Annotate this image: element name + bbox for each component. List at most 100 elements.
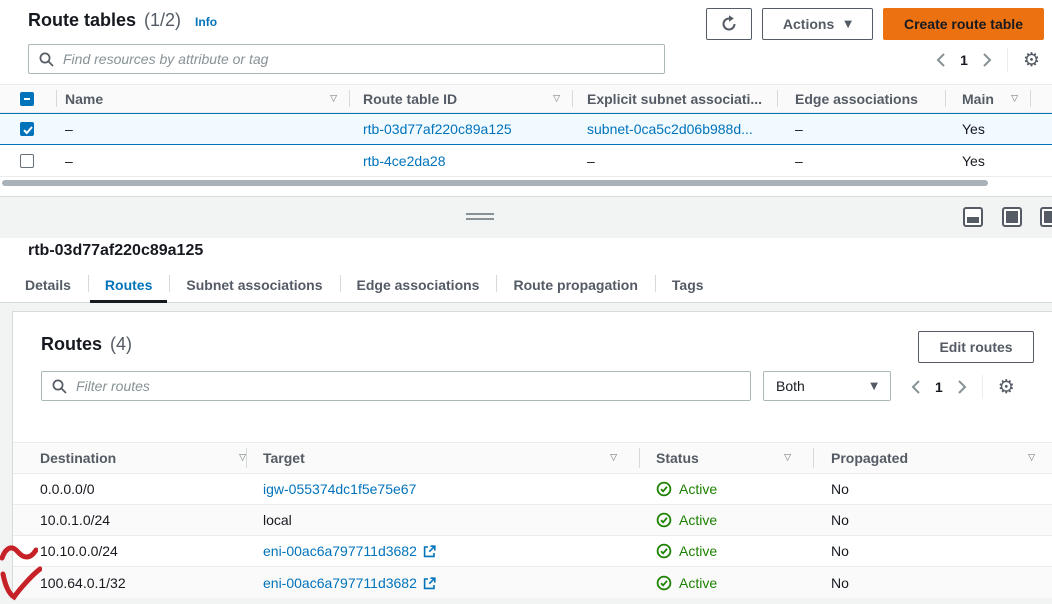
route-row: 10.0.1.0/24 local Active No [13, 505, 1052, 536]
search-icon [52, 379, 67, 394]
cell-status: Active [639, 543, 813, 559]
table-row[interactable]: – rtb-03d77af220c89a125 subnet-0ca5c2d06… [0, 113, 1052, 145]
column-header-route-table-id[interactable]: Route table ID ▽ [349, 85, 572, 112]
row-checkbox[interactable] [20, 122, 34, 136]
routes-count: (4) [110, 334, 132, 355]
cell-destination: 10.10.0.0/24 [13, 543, 246, 559]
route-table-id-link[interactable]: rtb-4ce2da28 [363, 153, 446, 169]
cell-main: Yes [945, 153, 1030, 169]
cell-destination: 10.0.1.0/24 [13, 512, 246, 528]
column-header-target[interactable]: Target ▽ [246, 443, 639, 473]
actions-button[interactable]: Actions ▼ [762, 8, 873, 40]
route-row: 10.10.0.0/24 eni-00ac6a797711d3682 [13, 536, 1052, 567]
target-link[interactable]: eni-00ac6a797711d3682 [263, 543, 417, 559]
tab-edge-associations[interactable]: Edge associations [340, 267, 497, 302]
status-active-icon [656, 512, 672, 528]
actions-label: Actions [783, 16, 834, 32]
routes-card-title: Routes (4) [41, 334, 132, 355]
status-active-icon [656, 481, 672, 497]
caret-down-icon: ▼ [844, 19, 852, 30]
routes-table-header: Destination ▽ Target ▽ Status ▽ Propagat… [13, 442, 1052, 474]
column-header-status[interactable]: Status ▽ [639, 443, 813, 473]
select-all-checkbox[interactable] [20, 92, 34, 106]
page-title: Route tables (1/2) Info [28, 10, 217, 31]
external-link-icon [423, 545, 436, 558]
routes-card: Routes (4) Edit routes Both ▼ 1 [12, 311, 1052, 598]
panel-side-layout-icon[interactable] [1040, 207, 1052, 227]
selected-option: Both [776, 378, 805, 394]
chevron-right-icon[interactable] [956, 378, 969, 396]
caret-down-icon: ▼ [870, 381, 878, 392]
info-link[interactable]: Info [195, 15, 217, 29]
cell-status: Active [639, 481, 813, 497]
search-input[interactable] [61, 45, 656, 73]
create-route-table-button[interactable]: Create route table [883, 8, 1044, 40]
page-title-text: Route tables [28, 10, 136, 31]
divider [1007, 48, 1008, 72]
drag-handle[interactable] [466, 213, 494, 223]
detail-heading: rtb-03d77af220c89a125 [28, 242, 203, 260]
column-header-edge-associations[interactable]: Edge associations [777, 85, 945, 112]
column-header-destination[interactable]: Destination ▽ [13, 443, 246, 473]
cell-main: Yes [945, 121, 1030, 137]
tab-tags[interactable]: Tags [655, 267, 721, 302]
cell-propagated: No [813, 512, 1052, 528]
chevron-left-icon[interactable] [934, 51, 947, 69]
cell-edge-associations: – [777, 121, 945, 137]
split-panel-bar [0, 196, 1052, 238]
cell-destination: 100.64.0.1/32 [13, 575, 246, 591]
table-row[interactable]: – rtb-4ce2da28 – – Yes [0, 145, 1052, 177]
column-header-main[interactable]: Main ▽ [945, 85, 1030, 112]
status-active-icon [656, 543, 672, 559]
status-active-icon [656, 575, 672, 591]
routes-filter [41, 371, 751, 401]
tab-routes[interactable]: Routes [88, 267, 169, 302]
cell-name: – [56, 153, 349, 169]
refresh-button[interactable] [706, 8, 752, 40]
selected-count: (1/2) [144, 10, 181, 31]
column-header-name[interactable]: Name ▽ [56, 85, 349, 112]
cell-target: local [246, 512, 639, 528]
tab-subnet-associations[interactable]: Subnet associations [169, 267, 339, 302]
column-header-propagated[interactable]: Propagated ▽ [813, 443, 1052, 473]
panel-full-layout-icon[interactable] [1002, 207, 1022, 227]
header-actions: Actions ▼ Create route table [706, 8, 1044, 40]
detail-panel-header: rtb-03d77af220c89a125 Details Routes Sub… [0, 238, 1052, 303]
chevron-left-icon[interactable] [909, 378, 922, 396]
target-link[interactable]: eni-00ac6a797711d3682 [263, 575, 417, 591]
chevron-right-icon[interactable] [981, 51, 994, 69]
page-number: 1 [935, 379, 943, 395]
settings-button[interactable]: ⚙ [996, 376, 1017, 399]
route-table-id-link[interactable]: rtb-03d77af220c89a125 [363, 121, 512, 137]
row-checkbox[interactable] [20, 154, 34, 168]
page-number: 1 [960, 52, 968, 68]
cell-status: Active [639, 512, 813, 528]
cell-propagated: No [813, 575, 1052, 591]
filter-routes-input[interactable] [74, 372, 742, 400]
column-header-extra [1030, 85, 1052, 112]
horizontal-scrollbar[interactable] [2, 180, 988, 186]
table-header: Name ▽ Route table ID ▽ Explicit subnet … [0, 84, 1052, 113]
resource-search [28, 44, 665, 74]
table-pagination: 1 ⚙ [934, 46, 1042, 74]
edit-routes-button[interactable]: Edit routes [918, 331, 1034, 363]
sort-icon: ▽ [330, 94, 337, 104]
column-header-explicit-subnet[interactable]: Explicit subnet associati... [572, 85, 777, 112]
detail-tabs: Details Routes Subnet associations Edge … [8, 267, 721, 302]
sort-icon: ▽ [784, 453, 791, 463]
subnet-association-link[interactable]: subnet-0ca5c2d06b988d... [587, 121, 753, 137]
settings-button[interactable]: ⚙ [1021, 49, 1042, 72]
tab-route-propagation[interactable]: Route propagation [496, 267, 654, 302]
cell-edge-associations: – [777, 153, 945, 169]
divider [982, 375, 983, 399]
gear-icon: ⚙ [998, 378, 1015, 397]
detail-content: Routes (4) Edit routes Both ▼ 1 [0, 303, 1052, 604]
sort-icon: ▽ [239, 453, 246, 463]
sort-icon: ▽ [1028, 453, 1035, 463]
panel-bottom-layout-icon[interactable] [963, 207, 983, 227]
page-header: Route tables (1/2) Info Actions ▼ Create… [28, 8, 1044, 42]
route-type-filter-select[interactable]: Both ▼ [763, 371, 891, 401]
tab-details[interactable]: Details [8, 267, 88, 302]
target-link[interactable]: igw-055374dc1f5e75e67 [263, 481, 416, 497]
route-row: 100.64.0.1/32 eni-00ac6a797711d3682 [13, 567, 1052, 598]
